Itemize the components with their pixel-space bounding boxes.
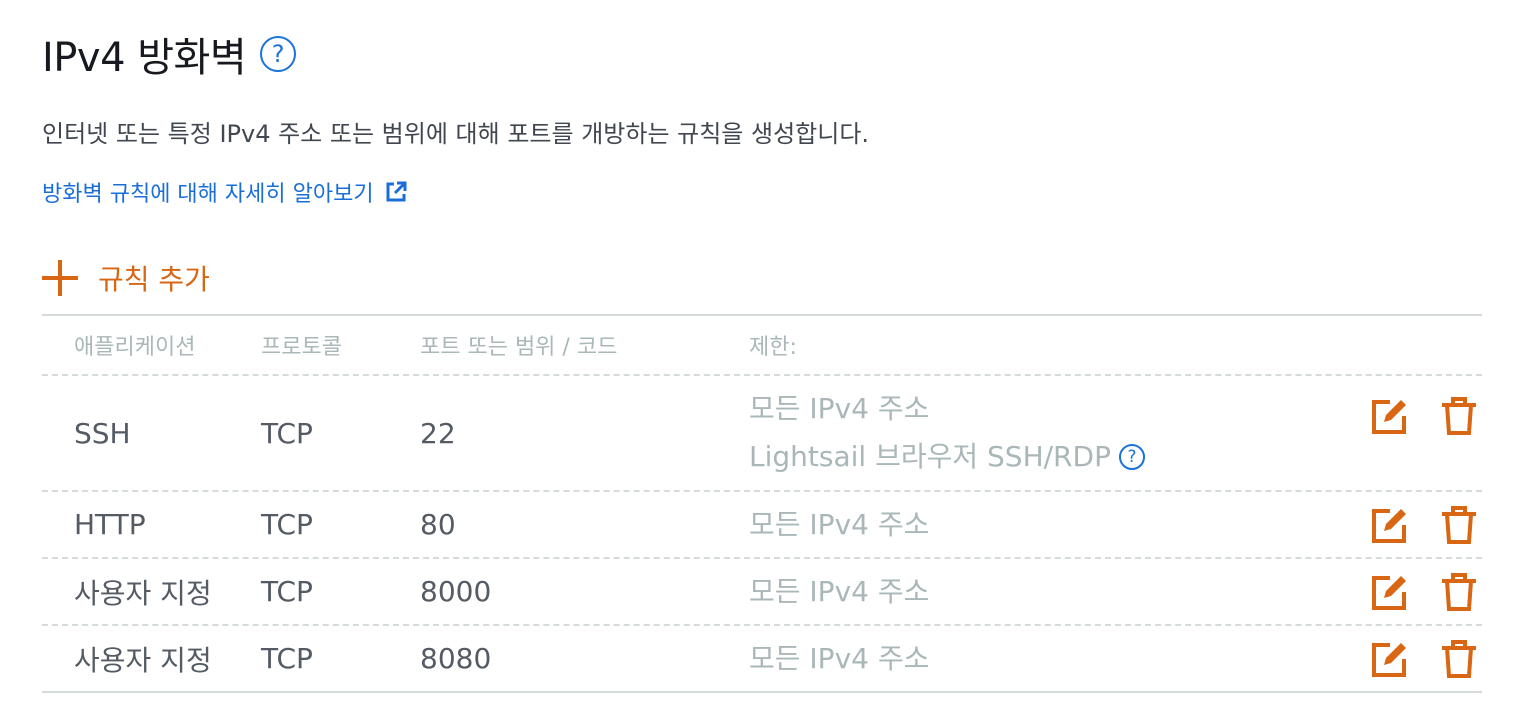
plus-icon xyxy=(42,260,78,296)
column-header-application: 애플리케이션 xyxy=(74,335,196,360)
trash-icon[interactable] xyxy=(1440,505,1478,545)
cell-application: HTTP xyxy=(74,508,146,541)
trash-icon[interactable] xyxy=(1440,572,1478,612)
cell-port: 8000 xyxy=(420,575,492,608)
learn-more-label: 방화벽 규칙에 대해 자세히 알아보기 xyxy=(42,182,374,207)
restriction-text: 모든 IPv4 주소 xyxy=(749,392,930,425)
title-row: IPv4 방화벽 ? xyxy=(42,26,297,82)
cell-application: SSH xyxy=(74,416,131,450)
column-header-protocol: 프로토콜 xyxy=(261,335,342,360)
table-row: 사용자 지정 TCP 8080 모든 IPv4 주소 xyxy=(42,626,1482,693)
edit-icon[interactable] xyxy=(1370,639,1408,679)
external-link-icon xyxy=(386,181,407,202)
cell-protocol: TCP xyxy=(261,642,313,675)
cell-restriction: 모든 IPv4 주소 Lightsail 브라우저 SSH/RDP ? xyxy=(749,385,1339,481)
learn-more-link[interactable]: 방화벽 규칙에 대해 자세히 알아보기 xyxy=(42,176,408,208)
table-header: 애플리케이션 프로토콜 포트 또는 범위 / 코드 제한: xyxy=(42,316,1482,376)
cell-port: 22 xyxy=(420,416,456,450)
cell-protocol: TCP xyxy=(261,416,313,450)
restriction-extra-text: Lightsail 브라우저 SSH/RDP xyxy=(749,440,1111,473)
edit-icon[interactable] xyxy=(1370,505,1408,545)
page-title: IPv4 방화벽 xyxy=(42,35,247,81)
cell-restriction: 모든 IPv4 주소 xyxy=(749,507,930,541)
trash-icon[interactable] xyxy=(1440,396,1478,436)
firewall-rules-table: 애플리케이션 프로토콜 포트 또는 범위 / 코드 제한: SSH TCP 22… xyxy=(42,314,1482,693)
cell-protocol: TCP xyxy=(261,508,313,541)
cell-application: 사용자 지정 xyxy=(74,643,212,677)
add-rule-button[interactable]: 규칙 추가 xyxy=(42,258,210,298)
cell-application: 사용자 지정 xyxy=(74,576,212,610)
cell-restriction: 모든 IPv4 주소 xyxy=(749,641,930,675)
question-circle-icon[interactable]: ? xyxy=(260,36,297,72)
column-header-port: 포트 또는 범위 / 코드 xyxy=(420,335,618,360)
description: 인터넷 또는 특정 IPv4 주소 또는 범위에 대해 포트를 개방하는 규칙을… xyxy=(42,120,870,148)
question-circle-icon[interactable]: ? xyxy=(1118,444,1145,470)
table-row: SSH TCP 22 모든 IPv4 주소 Lightsail 브라우저 SSH… xyxy=(42,376,1482,492)
cell-restriction: 모든 IPv4 주소 xyxy=(749,574,930,608)
trash-icon[interactable] xyxy=(1440,639,1478,679)
cell-protocol: TCP xyxy=(261,575,313,608)
add-rule-label: 규칙 추가 xyxy=(98,263,210,296)
cell-port: 80 xyxy=(420,508,456,541)
table-row: HTTP TCP 80 모든 IPv4 주소 xyxy=(42,492,1482,559)
cell-port: 8080 xyxy=(420,642,492,675)
table-row: 사용자 지정 TCP 8000 모든 IPv4 주소 xyxy=(42,559,1482,626)
edit-icon[interactable] xyxy=(1370,572,1408,612)
column-header-restriction: 제한: xyxy=(749,335,797,360)
edit-icon[interactable] xyxy=(1370,396,1408,436)
